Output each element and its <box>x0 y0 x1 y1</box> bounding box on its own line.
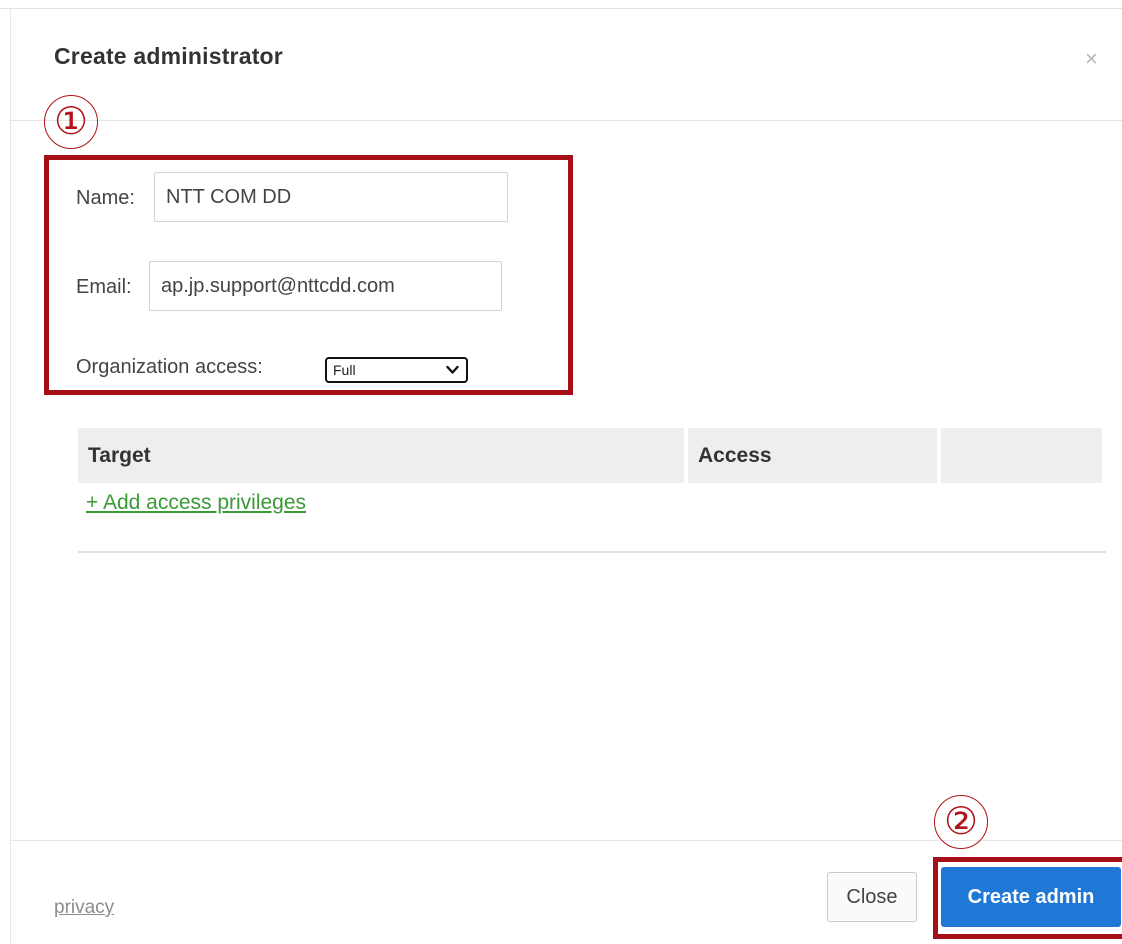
privileges-table-header: Target Access <box>78 428 1102 483</box>
name-label: Name: <box>76 187 135 209</box>
email-label: Email: <box>76 276 132 298</box>
organization-access-value: Full <box>333 362 356 378</box>
step-2-highlight <box>933 857 1122 939</box>
organization-access-select[interactable]: Full <box>325 357 468 383</box>
add-access-privileges-link[interactable]: + Add access privileges <box>86 491 306 515</box>
privacy-link[interactable]: privacy <box>54 897 114 919</box>
name-input[interactable] <box>154 172 508 222</box>
close-button[interactable]: Close <box>827 872 917 922</box>
step-1-marker: ① <box>44 95 98 149</box>
create-administrator-dialog: Create administrator × ① Name: Email: Or… <box>0 0 1122 944</box>
column-header-access: Access <box>688 428 937 483</box>
email-input[interactable] <box>149 261 502 311</box>
dialog-top-border <box>0 8 1122 9</box>
dialog-left-border <box>10 8 11 944</box>
chevron-down-icon <box>446 365 459 374</box>
column-header-actions <box>941 428 1102 483</box>
column-header-target: Target <box>78 428 684 483</box>
header-divider <box>10 120 1122 121</box>
close-icon[interactable]: × <box>1085 46 1098 72</box>
step-2-marker: ② <box>934 795 988 849</box>
table-divider <box>78 551 1106 553</box>
organization-access-label: Organization access: <box>76 356 263 378</box>
dialog-title: Create administrator <box>54 43 283 69</box>
